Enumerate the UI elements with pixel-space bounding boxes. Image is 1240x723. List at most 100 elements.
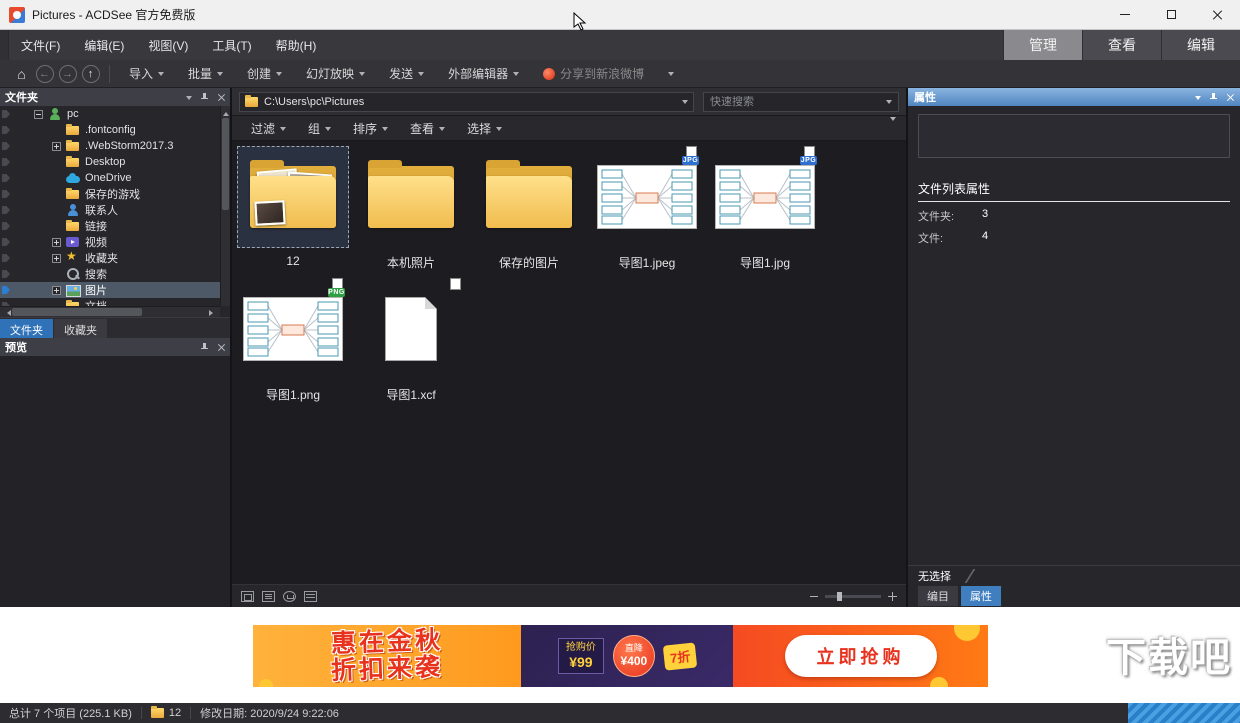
expand-icon[interactable]	[52, 142, 61, 151]
panel-menu-icon[interactable]	[1195, 96, 1201, 103]
select-tag-icon[interactable]	[2, 206, 10, 214]
filter-button[interactable]: 过滤	[242, 118, 295, 139]
search-dropdown-icon[interactable]	[886, 100, 892, 107]
external-editor-button[interactable]: 外部编辑器	[436, 60, 531, 87]
toolbar-more-button[interactable]	[656, 60, 686, 87]
tree-item-videos[interactable]: 视频	[0, 234, 230, 250]
tab-properties[interactable]: 属性	[961, 586, 1001, 606]
pin-icon[interactable]	[1210, 93, 1217, 102]
select-tag-icon[interactable]	[2, 222, 10, 230]
close-panel-icon[interactable]	[217, 343, 225, 351]
select-tag-icon[interactable]	[2, 174, 10, 182]
expand-icon[interactable]	[52, 238, 61, 247]
back-button[interactable]: ←	[33, 63, 56, 85]
panel-menu-icon[interactable]	[186, 96, 192, 103]
select-tag-icon[interactable]	[2, 126, 10, 134]
mode-tab-edit[interactable]: 编辑	[1161, 30, 1240, 60]
mode-tab-manage[interactable]: 管理	[1003, 30, 1082, 60]
filter-more-button[interactable]	[890, 121, 896, 135]
sort-button[interactable]: 排序	[344, 118, 397, 139]
group-button[interactable]: 组	[299, 118, 340, 139]
zoom-slider-thumb[interactable]	[837, 592, 842, 601]
mode-tab-view[interactable]: 查看	[1082, 30, 1161, 60]
menu-help[interactable]: 帮助(H)	[264, 30, 329, 60]
menu-view[interactable]: 视图(V)	[136, 30, 200, 60]
tree-item-webstorm[interactable]: .WebStorm2017.3	[0, 138, 230, 154]
file-tile-mindmap-jpeg[interactable]: JPG	[588, 143, 706, 275]
file-tile-mindmap-jpg[interactable]: JPG	[706, 143, 824, 275]
address-bar[interactable]: C:\Users\pc\Pictures	[239, 92, 694, 112]
ad-banner[interactable]: 惠在金秋 折扣来袭 抢购价 ¥99 直降 ¥400 7折 立即抢购	[253, 625, 988, 687]
tree-item-fontconfig[interactable]: .fontconfig	[0, 122, 230, 138]
ad-cta-button[interactable]: 立即抢购	[785, 635, 937, 677]
view-list-icon[interactable]	[304, 591, 317, 602]
scrollbar-thumb[interactable]	[12, 308, 142, 316]
select-tag-icon[interactable]	[2, 270, 10, 278]
tree-item-documents[interactable]: 文档	[0, 298, 230, 306]
import-button[interactable]: 导入	[117, 60, 176, 87]
tree-item-onedrive[interactable]: OneDrive	[0, 170, 230, 186]
search-input[interactable]	[710, 96, 886, 108]
expand-icon[interactable]	[52, 254, 61, 263]
folder-thumbnail	[486, 166, 572, 228]
ad-discount-tag: 7折	[663, 642, 698, 670]
filmstrip-icon[interactable]	[262, 591, 275, 602]
tab-catalog[interactable]: 编目	[918, 586, 958, 606]
select-tag-icon[interactable]	[2, 254, 10, 262]
menu-file[interactable]: 文件(F)	[9, 30, 72, 60]
tree-item-searches[interactable]: 搜索	[0, 266, 230, 282]
tree-item-favorites[interactable]: 收藏夹	[0, 250, 230, 266]
select-tag-icon[interactable]	[2, 142, 10, 150]
batch-button[interactable]: 批量	[176, 60, 235, 87]
view-button[interactable]: 查看	[401, 118, 454, 139]
forward-button[interactable]: →	[56, 63, 79, 85]
tab-favorites[interactable]: 收藏夹	[54, 319, 107, 338]
refresh-icon[interactable]	[283, 591, 296, 602]
tree-item-contacts[interactable]: 联系人	[0, 202, 230, 218]
select-tag-icon[interactable]	[2, 158, 10, 166]
tree-item-pictures[interactable]: 图片	[0, 282, 230, 298]
select-tag-icon[interactable]	[2, 110, 10, 118]
file-tile-local-photos[interactable]: 本机照片	[352, 143, 470, 275]
expand-icon[interactable]	[52, 286, 61, 295]
up-button[interactable]: ↑	[79, 63, 102, 85]
close-panel-icon[interactable]	[217, 93, 225, 101]
pin-icon[interactable]	[201, 93, 208, 102]
tab-folders[interactable]: 文件夹	[0, 319, 53, 338]
select-tag-icon[interactable]	[2, 286, 10, 294]
file-tile-mindmap-png[interactable]: PNG	[234, 275, 352, 407]
quick-search-box[interactable]	[703, 92, 899, 112]
create-button[interactable]: 创建	[235, 60, 294, 87]
tree-vertical-scrollbar[interactable]	[220, 106, 230, 306]
share-weibo-button[interactable]: 分享到新浪微博	[531, 60, 656, 87]
file-tile-12[interactable]: 12	[234, 143, 352, 275]
close-panel-icon[interactable]	[1226, 93, 1234, 101]
menu-tools[interactable]: 工具(T)	[200, 30, 263, 60]
maximize-button[interactable]	[1148, 0, 1194, 29]
file-name: 保存的图片	[499, 254, 559, 271]
menu-edit[interactable]: 编辑(E)	[72, 30, 136, 60]
slideshow-button[interactable]: 幻灯放映	[294, 60, 377, 87]
duplicate-icon[interactable]	[241, 591, 254, 602]
zoom-slider[interactable]	[825, 595, 881, 598]
close-button[interactable]	[1194, 0, 1240, 29]
select-tag-icon[interactable]	[2, 238, 10, 246]
scrollbar-thumb[interactable]	[222, 118, 229, 210]
pin-icon[interactable]	[201, 343, 208, 352]
collapse-icon[interactable]	[34, 110, 43, 119]
select-button[interactable]: 选择	[458, 118, 511, 139]
tree-item-links[interactable]: 链接	[0, 218, 230, 234]
tree-item-desktop[interactable]: Desktop	[0, 154, 230, 170]
address-dropdown-icon[interactable]	[682, 100, 688, 107]
minimize-button[interactable]	[1102, 0, 1148, 29]
home-button[interactable]: ⌂	[10, 63, 33, 85]
file-tile-saved-pictures[interactable]: 保存的图片	[470, 143, 588, 275]
tree-item-pc[interactable]: pc	[0, 106, 230, 122]
tree-item-saved-games[interactable]: 保存的游戏	[0, 186, 230, 202]
tree-horizontal-scrollbar[interactable]	[0, 306, 220, 317]
zoom-in-icon[interactable]	[888, 592, 897, 601]
file-tile-xcf[interactable]: 导图1.xcf	[352, 275, 470, 407]
select-tag-icon[interactable]	[2, 190, 10, 198]
send-button[interactable]: 发送	[377, 60, 436, 87]
zoom-out-icon[interactable]	[810, 596, 818, 597]
